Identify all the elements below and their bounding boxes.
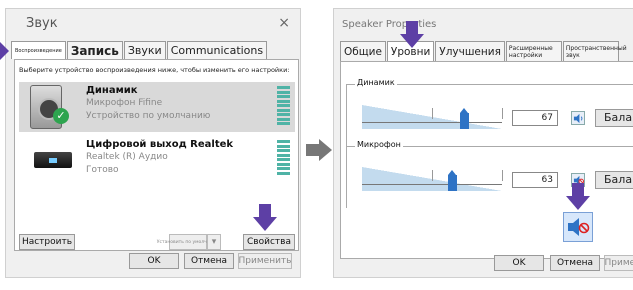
apply-button[interactable]: Применить (604, 255, 633, 271)
microphone-volume-slider[interactable] (362, 167, 503, 191)
device-status: Готово (86, 165, 119, 175)
muted-speaker-icon[interactable] (563, 212, 593, 242)
speaker-properties-dialog: Speaker Properties Общие Уровни Улучшени… (333, 8, 633, 278)
device-name: Динамик (86, 85, 138, 96)
close-icon[interactable]: × (278, 15, 290, 31)
balance-button[interactable]: Баланс (595, 109, 633, 127)
tab-recording[interactable]: Запись (66, 41, 123, 59)
slider-thumb[interactable] (448, 170, 457, 191)
apply-button[interactable]: Применить (238, 253, 292, 269)
device-description: Микрофон Fifine (86, 98, 163, 108)
speaker-volume-slider[interactable] (362, 105, 503, 129)
device-status: Устройство по умолчанию (86, 111, 211, 121)
chevron-down-icon[interactable]: ▾ (207, 234, 221, 250)
tab-general[interactable]: Общие (340, 41, 386, 61)
playback-panel: Выберите устройство воспроизведения ниже… (14, 59, 299, 251)
default-check-icon: ✓ (53, 108, 69, 124)
sound-dialog: Звук × Воспроизведение Запись Звуки Comm… (5, 8, 301, 278)
levels-panel: Динамик 67 Баланс Микрофон 63 Б (340, 61, 633, 259)
device-name: Цифровой выход Realtek (86, 139, 234, 150)
tab-bar: Общие Уровни Улучшения Расширенные настр… (340, 41, 627, 61)
speaker-group: Динамик 67 Баланс (346, 78, 633, 146)
tab-sounds[interactable]: Звуки (123, 41, 166, 59)
device-digital-output[interactable]: Цифровой выход Realtek Realtek (R) Аудио… (19, 136, 295, 186)
arrow-down-icon (566, 183, 590, 211)
level-meter (277, 140, 290, 176)
microphone-label: Микрофон (355, 140, 403, 149)
instruction-text: Выберите устройство воспроизведения ниже… (19, 66, 290, 74)
tab-bar: Воспроизведение Запись Звуки Communicati… (11, 41, 268, 59)
device-speaker[interactable]: ✓ Динамик Микрофон Fifine Устройство по … (19, 82, 295, 132)
configure-button[interactable]: Настроить (19, 234, 75, 250)
level-meter (277, 86, 290, 127)
speaker-volume-input[interactable]: 67 (512, 110, 558, 126)
tab-playback[interactable]: Воспроизведение (11, 41, 66, 59)
properties-button[interactable]: Свойства (243, 234, 295, 250)
ok-button[interactable]: OK (494, 255, 544, 271)
set-default-button[interactable]: Установить по умолчанию (157, 234, 219, 250)
digital-output-icon (34, 152, 72, 168)
arrow-right-icon (0, 42, 9, 60)
tab-communications[interactable]: Communications (166, 41, 268, 59)
tab-spatial-sound[interactable]: Пространственный звук (562, 41, 627, 61)
dialog-title: Звук (26, 16, 58, 31)
cancel-button[interactable]: Отмена (550, 255, 600, 271)
tab-advanced[interactable]: Расширенные настройки (505, 41, 562, 61)
cancel-button[interactable]: Отмена (184, 253, 234, 269)
arrow-down-icon (253, 204, 277, 232)
ok-button[interactable]: OK (129, 253, 179, 269)
arrow-right-icon (306, 139, 332, 161)
slider-thumb[interactable] (460, 108, 469, 129)
tab-enhancements[interactable]: Улучшения (435, 41, 505, 61)
arrow-down-icon (400, 21, 424, 49)
device-description: Realtek (R) Аудио (86, 152, 168, 162)
speaker-icon[interactable] (571, 111, 585, 125)
balance-button[interactable]: Баланс (595, 171, 633, 189)
microphone-volume-input[interactable]: 63 (512, 172, 558, 188)
speaker-label: Динамик (355, 78, 397, 87)
